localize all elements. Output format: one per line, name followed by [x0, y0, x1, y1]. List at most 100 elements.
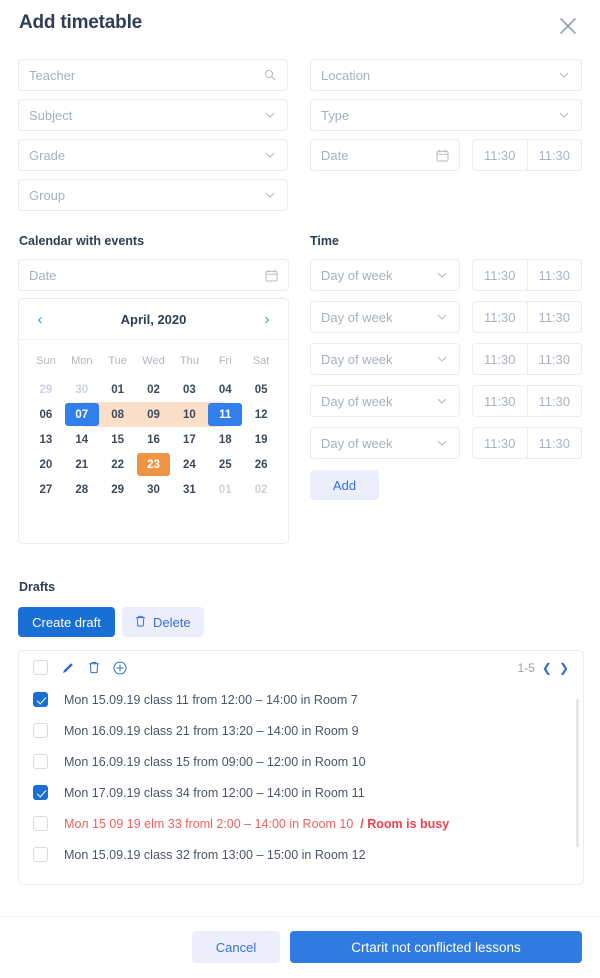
date-time-range[interactable]: 11:30 11:30: [472, 139, 582, 171]
trash-icon[interactable]: [88, 661, 100, 674]
calendar-day-16[interactable]: 16: [136, 427, 172, 452]
calendar-day-09[interactable]: 09: [135, 402, 172, 427]
calendar-day-11[interactable]: 11: [207, 402, 244, 427]
chevron-down-icon[interactable]: [557, 68, 571, 82]
time-from[interactable]: 11:30: [473, 386, 527, 416]
create-not-conflicted-lessons-button[interactable]: Crtarit not conflicted lessons: [290, 931, 582, 963]
calendar-day-10[interactable]: 10: [171, 402, 208, 427]
subject-select[interactable]: Subject: [18, 99, 288, 131]
draft-row[interactable]: Mon 15.09.19 class 11 from 12:00 – 14:00…: [19, 684, 583, 715]
calendar-day-13[interactable]: 13: [28, 427, 64, 452]
draft-row-checkbox[interactable]: [33, 723, 48, 738]
draft-row[interactable]: Mon 16.09.19 class 15 from 09:00 – 12:00…: [19, 746, 583, 777]
draft-row-checkbox[interactable]: [33, 847, 48, 862]
calendar-day-21[interactable]: 21: [64, 452, 100, 477]
chevron-down-icon[interactable]: [435, 394, 449, 408]
grade-select[interactable]: Grade: [18, 139, 288, 171]
draft-row[interactable]: Мол 15 09 19 elm 33 froml 2:00 – 14:00 i…: [19, 808, 583, 839]
calendar-day-30[interactable]: 30: [64, 377, 100, 402]
plus-circle-icon[interactable]: [113, 661, 127, 675]
location-select[interactable]: Location: [310, 59, 582, 91]
calendar-day-24[interactable]: 24: [171, 452, 207, 477]
chevron-down-icon[interactable]: [263, 108, 277, 122]
draft-row-checkbox[interactable]: [33, 785, 48, 800]
time-range-5[interactable]: 11:30 11:30: [472, 427, 582, 459]
chevron-down-icon[interactable]: [435, 436, 449, 450]
time-range-1[interactable]: 11:30 11:30: [472, 259, 582, 291]
calendar-day-05[interactable]: 05: [243, 377, 279, 402]
group-select[interactable]: Group: [18, 179, 288, 211]
drafts-scrollbar[interactable]: [576, 699, 579, 847]
search-icon[interactable]: [263, 68, 277, 82]
calendar-day-12[interactable]: 12: [243, 402, 279, 427]
calendar-date-input[interactable]: Date: [18, 259, 289, 291]
calendar-day-02[interactable]: 02: [136, 377, 172, 402]
delete-drafts-button[interactable]: Delete: [122, 607, 204, 637]
draft-row-checkbox[interactable]: [33, 816, 48, 831]
chevron-down-icon[interactable]: [435, 268, 449, 282]
pagination-prev-icon[interactable]: ❮: [542, 661, 552, 675]
calendar-day-20[interactable]: 20: [28, 452, 64, 477]
calendar-day-03[interactable]: 03: [171, 377, 207, 402]
close-icon[interactable]: [552, 10, 584, 42]
calendar-day-17[interactable]: 17: [171, 427, 207, 452]
day-of-week-select-2[interactable]: Day of week: [310, 301, 460, 333]
calendar-day-08[interactable]: 08: [99, 402, 136, 427]
day-of-week-select-5[interactable]: Day of week: [310, 427, 460, 459]
create-draft-button[interactable]: Create draft: [18, 607, 115, 637]
time-to[interactable]: 11:30: [526, 344, 582, 374]
calendar-day-25[interactable]: 25: [207, 452, 243, 477]
time-from[interactable]: 11:30: [473, 344, 527, 374]
pencil-icon[interactable]: [61, 661, 75, 675]
calendar-day-26[interactable]: 26: [243, 452, 279, 477]
select-all-checkbox[interactable]: [33, 660, 48, 675]
pagination-next-icon[interactable]: ❯: [559, 661, 569, 675]
calendar-day-22[interactable]: 22: [100, 452, 136, 477]
chevron-down-icon[interactable]: [435, 352, 449, 366]
date-input[interactable]: Date: [310, 139, 460, 171]
type-select[interactable]: Type: [310, 99, 582, 131]
calendar-next-month-icon[interactable]: ›: [259, 312, 275, 327]
calendar-day-27[interactable]: 27: [28, 477, 64, 502]
time-to[interactable]: 11:30: [526, 386, 582, 416]
calendar-day-31[interactable]: 31: [171, 477, 207, 502]
calendar-day-29[interactable]: 29: [100, 477, 136, 502]
cancel-button[interactable]: Cancel: [192, 931, 280, 963]
draft-row-checkbox[interactable]: [33, 692, 48, 707]
day-of-week-select-4[interactable]: Day of week: [310, 385, 460, 417]
draft-row-checkbox[interactable]: [33, 754, 48, 769]
teacher-input[interactable]: Teacher: [18, 59, 288, 91]
calendar-day-14[interactable]: 14: [64, 427, 100, 452]
calendar-day-07[interactable]: 07: [63, 402, 100, 427]
time-range-4[interactable]: 11:30 11:30: [472, 385, 582, 417]
time-from[interactable]: 11:30: [473, 260, 527, 290]
calendar-day-06[interactable]: 06: [28, 402, 64, 427]
calendar-icon[interactable]: [435, 148, 449, 162]
calendar-day-15[interactable]: 15: [100, 427, 136, 452]
calendar-day-19[interactable]: 19: [243, 427, 279, 452]
calendar-day-02[interactable]: 02: [243, 477, 279, 502]
time-from[interactable]: 11:30: [473, 428, 527, 458]
chevron-down-icon[interactable]: [263, 188, 277, 202]
time-to[interactable]: 11:30: [526, 428, 582, 458]
chevron-down-icon[interactable]: [557, 108, 571, 122]
chevron-down-icon[interactable]: [435, 310, 449, 324]
calendar-prev-month-icon[interactable]: ‹: [32, 312, 48, 327]
calendar-day-04[interactable]: 04: [207, 377, 243, 402]
calendar-day-29[interactable]: 29: [28, 377, 64, 402]
add-time-row-button[interactable]: Add: [310, 470, 379, 500]
day-of-week-select-3[interactable]: Day of week: [310, 343, 460, 375]
time-to[interactable]: 11:30: [526, 260, 582, 290]
time-range-3[interactable]: 11:30 11:30: [472, 343, 582, 375]
calendar-day-28[interactable]: 28: [64, 477, 100, 502]
calendar-icon[interactable]: [264, 268, 278, 282]
draft-row[interactable]: Mon 16.09.19 class 21 from 13:20 – 14:00…: [19, 715, 583, 746]
time-from[interactable]: 11:30: [473, 140, 527, 170]
draft-row[interactable]: Mon 15.09.19 class 32 from 13:00 – 15:00…: [19, 839, 583, 870]
day-of-week-select-1[interactable]: Day of week: [310, 259, 460, 291]
calendar-day-01[interactable]: 01: [100, 377, 136, 402]
chevron-down-icon[interactable]: [263, 148, 277, 162]
calendar-day-01[interactable]: 01: [207, 477, 243, 502]
calendar-day-30[interactable]: 30: [136, 477, 172, 502]
time-to[interactable]: 11:30: [526, 302, 582, 332]
